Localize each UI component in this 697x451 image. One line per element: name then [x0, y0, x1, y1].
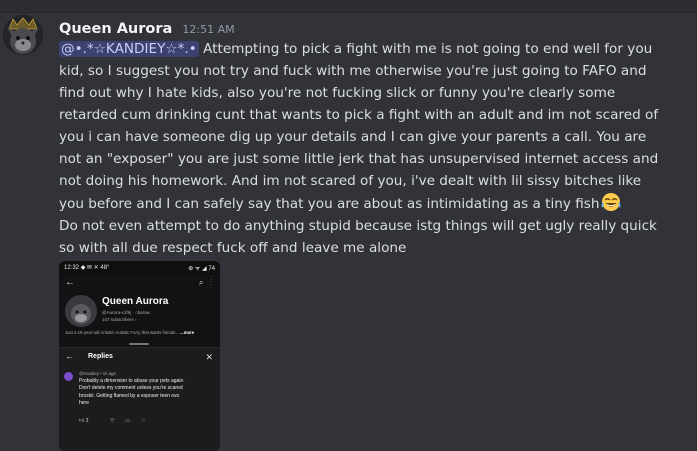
message-header: Queen Aurora 12:51 AM	[59, 18, 235, 37]
user-avatar[interactable]	[3, 15, 43, 55]
comment-line: Don't delete my comment unless you're sc…	[79, 385, 183, 392]
replies-close-icon: ✕	[205, 352, 213, 362]
message-text-1: Attempting to pick a fight with me is no…	[59, 41, 659, 212]
channel-name: Queen Aurora	[102, 296, 169, 307]
back-arrow-icon: ←	[65, 277, 75, 288]
username[interactable]: Queen Aurora	[59, 21, 172, 37]
channel-header: Queen Aurora @Aurora-x1f9j · ○ba/ow 107 …	[65, 295, 215, 333]
status-icons-left: ◆ ✉ ✕ 48°	[80, 265, 110, 271]
search-and-more-icons: ⌕ ⋮	[198, 278, 212, 287]
message-timestamp[interactable]: 12:51 AM	[182, 23, 234, 36]
message-text-2: Do not even attempt to do anything stupi…	[59, 218, 657, 256]
commenter-avatar	[64, 372, 73, 381]
comment-author: @Kandiey • 1h ago	[79, 371, 116, 376]
comment-line: Probably a dimension to abuse your pets …	[79, 378, 185, 384]
thumbs-up-icon: 👍︎ 3	[79, 418, 89, 424]
message-paragraph: @•.*☆KANDIEY☆*.• Attempting to pick a fi…	[59, 38, 667, 215]
status-icons-right: ⊕ ᯤ ◢ 74	[188, 266, 215, 272]
channel-description: Just a 19-year-old Artistic! Autistic Fu…	[65, 330, 219, 335]
message-content: @•.*☆KANDIEY☆*.• Attempting to pick a fi…	[59, 38, 667, 259]
like-count: 3	[85, 418, 89, 424]
reply-icon: ▭	[125, 418, 130, 424]
comment-actions: 👍︎ 3 ▽ ▭ ♡	[79, 418, 156, 424]
channel-handle: @Aurora-x1f9j · ○ba/ow	[102, 310, 150, 315]
image-attachment[interactable]: 12:32 ◆ ✉ ✕ 48° ⊕ ᯤ ◢ 74 ← ⌕ ⋮ Queen Aur…	[59, 261, 220, 451]
sheet-drag-handle	[129, 343, 149, 345]
chat-message[interactable]: Queen Aurora 12:51 AM @•.*☆KANDIEY☆*.• A…	[0, 12, 697, 451]
avatar-image	[3, 15, 43, 55]
heart-icon: ♡	[141, 418, 146, 424]
replies-header: ← Replies ✕	[59, 347, 220, 368]
replies-back-icon: ←	[65, 351, 74, 361]
channel-subscribers: 107 subscribers ›	[102, 317, 137, 322]
face-with-tears-of-joy-icon	[600, 192, 622, 212]
comment-text: Probably a dimension to abuse your pets …	[79, 378, 219, 408]
phone-app-bar: ← ⌕ ⋮	[59, 275, 220, 293]
reply-comment: @Kandiey • 1h ago Probably a dimension t…	[59, 367, 220, 451]
channel-avatar	[65, 295, 97, 327]
channel-description-more: ...more	[180, 330, 195, 335]
replies-title: Replies	[88, 353, 113, 360]
phone-status-bar: 12:32 ◆ ✉ ✕ 48° ⊕ ᯤ ◢ 74	[59, 261, 220, 275]
channel-description-text: Just a 19-year-old Artistic! Autistic Fu…	[65, 330, 181, 335]
user-mention[interactable]: @•.*☆KANDIEY☆*.•	[59, 41, 199, 57]
thumbs-down-icon: ▽	[110, 418, 115, 424]
comment-line: broskii. Getting flamed by a exposer tee…	[79, 392, 180, 399]
status-time: 12:32	[64, 265, 80, 271]
comment-line: here	[79, 400, 90, 407]
